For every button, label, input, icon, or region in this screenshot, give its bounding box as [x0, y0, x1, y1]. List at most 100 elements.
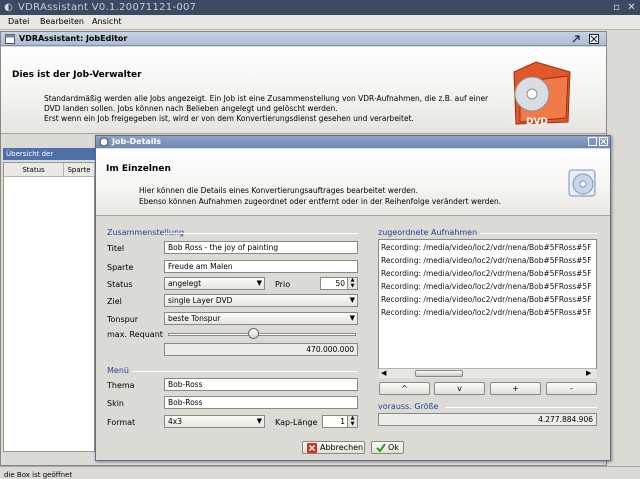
col-sparte[interactable]: Sparte — [64, 163, 95, 177]
dialog-titlebar: Job-Details — [96, 136, 610, 148]
tonspur-select[interactable]: beste Tonspur ▼ — [164, 312, 358, 325]
jobeditor-heading: Dies ist der Job-Verwalter — [12, 70, 142, 80]
app-icon: ◐ — [4, 2, 13, 13]
scroll-left-icon[interactable]: ◀ — [381, 369, 386, 378]
dialog-heading: Im Einzelnen — [106, 164, 171, 174]
jobeditor-titlebar: VDRAssistant: JobEditor — [1, 32, 606, 46]
size-value: 4.277.884.906 — [378, 413, 597, 426]
label-format: Format — [107, 418, 136, 427]
menubar: Datei Bearbeiten Ansicht — [0, 15, 640, 30]
thema-input[interactable]: Bob-Ross — [164, 378, 358, 391]
window-titlebar: ◐ VDRAssistant V0.1.20071121-007 ▫ ✕ — [0, 0, 640, 15]
prio-value: 50 — [335, 279, 345, 288]
list-item[interactable]: Recording: /media/video/loc2/vdr/nena/Bo… — [381, 256, 592, 265]
disc-icon — [568, 169, 596, 197]
dialog-maximize-icon[interactable] — [588, 137, 597, 146]
section-size: vorauss. Größe — [378, 402, 439, 411]
status-value: angelegt — [168, 279, 202, 288]
label-thema: Thema — [107, 381, 135, 390]
separator — [445, 407, 597, 408]
titel-input[interactable]: Bob Ross - the joy of painting — [164, 241, 358, 254]
frame-icon — [5, 34, 15, 44]
status-text: die Box ist geöffnet — [4, 471, 73, 479]
scroll-thumb[interactable] — [415, 370, 463, 377]
maximize-icon[interactable] — [571, 34, 581, 44]
cancel-icon — [307, 443, 317, 453]
requant-slider-thumb[interactable] — [247, 328, 259, 339]
label-ziel: Ziel — [107, 297, 122, 306]
background-strip — [607, 31, 640, 466]
chevron-down-icon: ▼ — [349, 314, 355, 322]
format-value: 4x3 — [168, 417, 182, 426]
label-prio: Prio — [275, 280, 291, 289]
spinner-arrows-icon[interactable]: ▲ ▼ — [347, 415, 357, 427]
label-requant: max. Requant — [107, 330, 163, 339]
tonspur-value: beste Tonspur — [168, 314, 221, 323]
ok-button[interactable]: Ok — [371, 441, 404, 454]
cancel-button[interactable]: Abbrechen — [302, 441, 365, 454]
chevron-down-icon: ▼ — [349, 296, 355, 304]
chevron-down-icon: ▼ — [256, 417, 262, 425]
jobeditor-desc-line2: DVD landen sollen. Jobs können nach Beli… — [44, 104, 338, 113]
jobeditor-desc-line1: Standardmäßig werden alle Jobs angezeigt… — [44, 94, 489, 103]
format-select[interactable]: 4x3 ▼ — [164, 415, 265, 428]
ziel-select[interactable]: single Layer DVD ▼ — [164, 294, 358, 307]
move-down-button[interactable]: v — [434, 382, 485, 395]
ok-label: Ok — [388, 443, 399, 452]
dialog-header: Im Einzelnen Hier können die Details ein… — [96, 149, 610, 216]
jobeditor-header: Dies ist der Job-Verwalter Standardmäßig… — [1, 47, 606, 134]
recordings-list[interactable]: Recording: /media/video/loc2/vdr/nena/Bo… — [378, 239, 597, 369]
cancel-label: Abbrechen — [320, 443, 364, 452]
label-sparte: Sparte — [107, 263, 134, 272]
section-menu: Menü — [107, 366, 129, 375]
dialog-app-icon — [99, 137, 109, 147]
separator — [480, 233, 597, 234]
separator — [132, 371, 358, 372]
list-item[interactable]: Recording: /media/video/loc2/vdr/nena/Bo… — [381, 295, 592, 304]
kaplaenge-value: 1 — [340, 417, 345, 426]
menu-bearbeiten[interactable]: Bearbeiten — [40, 17, 84, 26]
recordings-scrollbar[interactable]: ◀ ▶ — [379, 368, 596, 378]
folder-dvd-icon: DVD — [513, 61, 571, 127]
kaplaenge-stepper[interactable]: 1 ▲ ▼ — [322, 415, 358, 428]
menu-datei[interactable]: Datei — [8, 17, 29, 26]
minimize-icon[interactable]: ▫ — [611, 2, 622, 13]
col-status[interactable]: Status — [4, 163, 64, 177]
list-item[interactable]: Recording: /media/video/loc2/vdr/nena/Bo… — [381, 308, 592, 317]
label-kaplaenge: Kap-Länge — [275, 418, 318, 427]
list-item[interactable]: Recording: /media/video/loc2/vdr/nena/Bo… — [381, 243, 592, 252]
move-up-button[interactable]: ^ — [379, 382, 430, 395]
tab-overview[interactable]: Übersicht der Konvertierungs — [3, 148, 98, 160]
dialog-close-icon[interactable] — [599, 137, 608, 146]
ziel-value: single Layer DVD — [168, 296, 233, 305]
requant-slider-track[interactable] — [168, 333, 356, 336]
separator — [162, 233, 358, 234]
jobs-table: Status Sparte — [3, 162, 95, 452]
menu-ansicht[interactable]: Ansicht — [92, 17, 122, 26]
sparte-input[interactable]: Freude am Malen — [164, 260, 358, 273]
list-item[interactable]: Recording: /media/video/loc2/vdr/nena/Bo… — [381, 269, 592, 278]
close-icon[interactable]: ✕ — [626, 2, 637, 13]
remove-recording-button[interactable]: - — [546, 382, 597, 395]
chevron-down-icon: ▼ — [256, 279, 262, 287]
label-tonspur: Tonspur — [107, 315, 139, 324]
dialog-desc-line1: Hier können die Details eines Konvertier… — [139, 186, 418, 195]
window-title: VDRAssistant V0.1.20071121-007 — [18, 2, 197, 13]
frame-close-icon[interactable] — [589, 34, 599, 44]
label-titel: Titel — [107, 244, 125, 253]
section-recordings: zugeordnete Aufnahmen — [378, 228, 478, 237]
check-icon — [376, 443, 386, 453]
jobeditor-desc-line3: Erst wenn ein Job freigegeben ist, wird … — [44, 114, 414, 123]
status-select[interactable]: angelegt ▼ — [164, 277, 265, 290]
dialog-title: Job-Details — [112, 137, 162, 146]
add-recording-button[interactable]: + — [490, 382, 541, 395]
list-item[interactable]: Recording: /media/video/loc2/vdr/nena/Bo… — [381, 282, 592, 291]
status-bar: die Box ist geöffnet — [0, 466, 640, 479]
scroll-right-icon[interactable]: ▶ — [586, 369, 591, 378]
skin-input[interactable]: Bob-Ross — [164, 396, 358, 409]
jobeditor-title: VDRAssistant: JobEditor — [19, 34, 128, 43]
label-skin: Skin — [107, 399, 125, 408]
prio-stepper[interactable]: 50 ▲ ▼ — [320, 277, 358, 290]
svg-text:DVD: DVD — [526, 117, 548, 127]
spinner-arrows-icon[interactable]: ▲ ▼ — [347, 277, 357, 289]
